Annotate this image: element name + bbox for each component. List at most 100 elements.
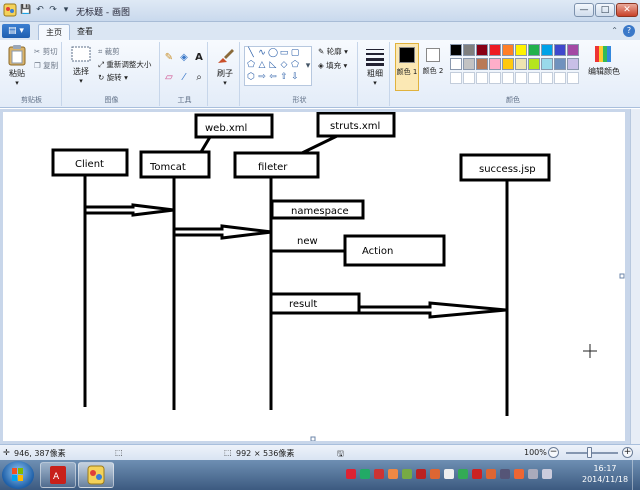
custom-color-slot[interactable] xyxy=(515,72,527,84)
outline-button[interactable]: ✎ 轮廓 ▾ xyxy=(318,46,348,57)
oval-shape-icon[interactable]: ◯ xyxy=(268,48,278,58)
curve-shape-icon[interactable]: ∿ xyxy=(257,48,267,58)
palette-swatch[interactable] xyxy=(489,58,501,70)
paint-app-icon[interactable] xyxy=(3,3,17,17)
copy-button[interactable]: ❐ 复制 xyxy=(34,60,58,71)
palette-swatch[interactable] xyxy=(554,44,566,56)
palette-swatch[interactable] xyxy=(541,44,553,56)
vertical-scrollbar[interactable] xyxy=(630,109,640,444)
customize-quick-access-icon[interactable]: ▾ xyxy=(60,4,72,16)
crop-button[interactable]: ⌗ 裁剪 xyxy=(98,46,120,57)
tray-app-icon[interactable] xyxy=(500,469,510,479)
paste-button[interactable]: 粘贴 ▾ xyxy=(4,44,30,87)
custom-color-slot[interactable] xyxy=(476,72,488,84)
palette-swatch[interactable] xyxy=(463,58,475,70)
palette-swatch[interactable] xyxy=(476,44,488,56)
clock[interactable]: 16:17 2014/11/18 xyxy=(582,463,628,485)
tray-app-icon[interactable] xyxy=(388,469,398,479)
tray-app-icon[interactable] xyxy=(346,469,356,479)
brushes-button[interactable]: 刷子 ▾ xyxy=(212,46,238,87)
polygon-shape-icon[interactable]: ⬠ xyxy=(246,60,256,70)
magnifier-icon[interactable]: ⌕ xyxy=(192,70,206,84)
tab-home[interactable]: 主页 xyxy=(38,24,70,40)
line-shape-icon[interactable]: ╲ xyxy=(246,48,256,58)
palette-swatch[interactable] xyxy=(476,58,488,70)
taskbar-paint[interactable] xyxy=(78,462,114,488)
tray-app-icon[interactable] xyxy=(542,469,552,479)
eraser-icon[interactable]: ▱ xyxy=(162,70,176,84)
custom-color-slot[interactable] xyxy=(463,72,475,84)
tray-app-icon[interactable] xyxy=(402,469,412,479)
zoom-in-button[interactable]: + xyxy=(622,447,633,458)
palette-swatch[interactable] xyxy=(528,44,540,56)
text-tool-icon[interactable]: A xyxy=(192,50,206,64)
color2-button[interactable]: 颜色 2 xyxy=(422,43,446,91)
palette-swatch[interactable] xyxy=(541,58,553,70)
fill-bucket-icon[interactable]: ◈ xyxy=(177,50,191,64)
custom-color-slot[interactable] xyxy=(541,72,553,84)
custom-color-slot[interactable] xyxy=(528,72,540,84)
cut-button[interactable]: ✂ 剪切 xyxy=(34,46,58,57)
tray-app-icon[interactable] xyxy=(458,469,468,479)
tray-app-icon[interactable] xyxy=(360,469,370,479)
diamond-shape-icon[interactable]: ◇ xyxy=(279,60,289,70)
drawing-canvas[interactable]: Client Tomcat fileter success.jsp web.xm… xyxy=(3,112,625,441)
paste-dropdown-icon[interactable]: ▾ xyxy=(4,79,30,87)
tray-app-icon[interactable] xyxy=(472,469,482,479)
rotate-button[interactable]: ↻ 旋转 ▾ xyxy=(98,72,128,83)
tray-app-icon[interactable] xyxy=(430,469,440,479)
show-desktop-button[interactable] xyxy=(632,460,640,490)
palette-swatch[interactable] xyxy=(567,44,579,56)
palette-swatch[interactable] xyxy=(567,58,579,70)
taskbar-pdf-reader[interactable]: A xyxy=(40,462,76,488)
pentagon-shape-icon[interactable]: ⬠ xyxy=(290,60,300,70)
palette-swatch[interactable] xyxy=(502,58,514,70)
tray-app-icon[interactable] xyxy=(514,469,524,479)
edit-colors-button[interactable]: 编辑颜色 xyxy=(586,44,622,77)
close-button[interactable]: ✕ xyxy=(616,3,638,17)
palette-swatch[interactable] xyxy=(450,58,462,70)
right-arrow-shape-icon[interactable]: ⇨ xyxy=(257,72,267,82)
maximize-button[interactable]: □ xyxy=(595,3,615,17)
up-arrow-shape-icon[interactable]: ⇧ xyxy=(279,72,289,82)
palette-swatch[interactable] xyxy=(554,58,566,70)
palette-swatch[interactable] xyxy=(450,44,462,56)
zoom-slider-track[interactable] xyxy=(566,452,618,454)
zoom-out-button[interactable]: − xyxy=(548,447,559,458)
tray-app-icon[interactable] xyxy=(528,469,538,479)
fill-button[interactable]: ◈ 填充 ▾ xyxy=(318,60,347,71)
save-icon[interactable]: 💾 xyxy=(20,4,32,16)
tray-app-icon[interactable] xyxy=(416,469,426,479)
custom-color-slot[interactable] xyxy=(567,72,579,84)
tray-app-icon[interactable] xyxy=(374,469,384,479)
zoom-slider-thumb[interactable] xyxy=(587,447,592,458)
shapes-scroll-icon[interactable]: ▾ xyxy=(303,61,313,71)
pencil-icon[interactable]: ✎ xyxy=(162,50,176,64)
palette-swatch[interactable] xyxy=(528,58,540,70)
color1-button[interactable]: 颜色 1 xyxy=(395,43,419,91)
palette-swatch[interactable] xyxy=(489,44,501,56)
custom-color-slot[interactable] xyxy=(554,72,566,84)
paint-menu-button[interactable]: ▤ ▾ xyxy=(2,24,30,38)
collapse-ribbon-icon[interactable]: ⌃ xyxy=(611,26,618,35)
palette-swatch[interactable] xyxy=(515,44,527,56)
triangle-shape-icon[interactable]: △ xyxy=(257,60,267,70)
hexagon-shape-icon[interactable]: ⬡ xyxy=(246,72,256,82)
select-dropdown-icon[interactable]: ▾ xyxy=(68,77,94,85)
size-button[interactable]: 粗细 ▾ xyxy=(362,46,388,87)
redo-icon[interactable]: ↷ xyxy=(47,4,59,16)
resize-button[interactable]: ⤢ 重新调整大小 xyxy=(98,59,151,70)
palette-swatch[interactable] xyxy=(463,44,475,56)
color-picker-icon[interactable]: ⁄ xyxy=(177,70,191,84)
rounded-rectangle-shape-icon[interactable]: ▢ xyxy=(290,48,300,58)
tray-app-icon[interactable] xyxy=(486,469,496,479)
tab-view[interactable]: 查看 xyxy=(70,24,100,40)
start-button[interactable] xyxy=(2,461,34,489)
right-triangle-shape-icon[interactable]: ◺ xyxy=(268,60,278,70)
custom-color-slot[interactable] xyxy=(489,72,501,84)
minimize-button[interactable]: — xyxy=(574,3,594,17)
palette-swatch[interactable] xyxy=(502,44,514,56)
left-arrow-shape-icon[interactable]: ⇦ xyxy=(268,72,278,82)
select-button[interactable]: 选择 ▾ xyxy=(68,46,94,85)
rectangle-shape-icon[interactable]: ▭ xyxy=(279,48,289,58)
